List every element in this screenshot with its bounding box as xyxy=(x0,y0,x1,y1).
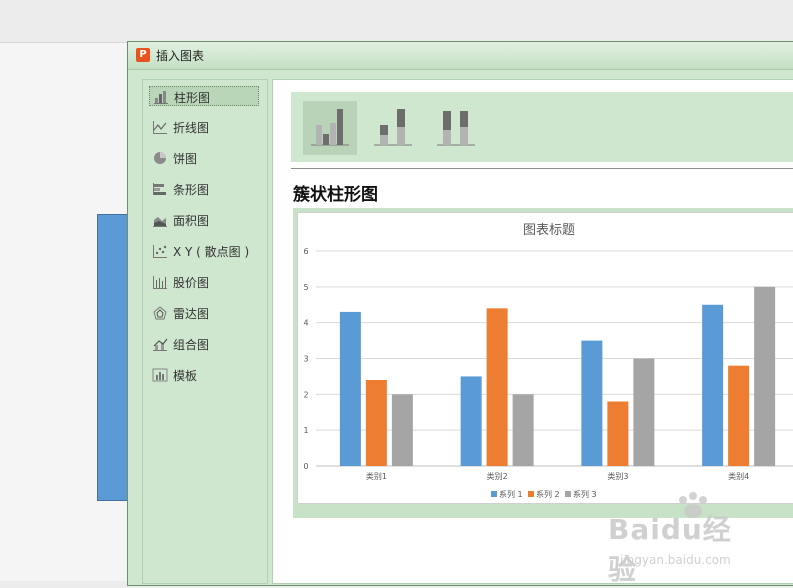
legend-swatch xyxy=(491,491,497,497)
line-chart-icon xyxy=(153,121,167,134)
pie-chart-icon xyxy=(154,152,166,164)
chart-type-label: 雷达图 xyxy=(173,307,210,321)
chart-type-line[interactable]: 折线图 xyxy=(149,117,259,137)
subtype-stacked-column[interactable] xyxy=(366,101,420,155)
chart-type-label: 折线图 xyxy=(173,121,210,135)
chart-type-label: X Y ( 散点图 ) xyxy=(173,245,250,259)
chart-svg: 图表标题 0 1 2 3 4 5 6 类别1 类别2 类别3 类别4 系列 1 系列 2 系列 3 xyxy=(303,223,793,499)
y-tick-label: 3 xyxy=(303,355,308,364)
y-tick-label: 0 xyxy=(303,462,308,471)
chart-type-area[interactable]: 面积图 xyxy=(149,210,259,230)
y-tick-label: 5 xyxy=(303,283,308,292)
chart-legend: 系列 1 系列 2 系列 3 xyxy=(491,489,597,499)
bar-系列1-类别1 xyxy=(339,311,361,466)
x-tick-label: 类别3 xyxy=(607,471,628,481)
chart-type-list: 柱形图 折线图 饼图 条形图 面积图 X Y (散点图) 股价图 雷达图 组… xyxy=(142,79,268,584)
bar-系列2-类别1 xyxy=(365,380,387,466)
chart-type-label: 股价图 xyxy=(173,276,210,290)
y-tick-label: 1 xyxy=(303,426,308,435)
chart-type-pie[interactable]: 饼图 xyxy=(149,148,259,168)
chart-preview-frame: 图表标题 0 1 2 3 4 5 6 类别1 类别2 类别3 类别4 系列 1 系列 2 系列 3 xyxy=(293,208,793,518)
chart-type-column[interactable]: 柱形图 xyxy=(149,86,259,106)
chart-type-label: 柱形图 xyxy=(174,91,211,105)
subtype-percent-stacked-column[interactable] xyxy=(429,101,483,155)
chart-type-stock[interactable]: 股价图 xyxy=(149,272,259,292)
stock-chart-icon xyxy=(153,276,167,289)
chart-preview[interactable]: 图表标题 0 1 2 3 4 5 6 类别1 类别2 类别3 类别4 系列 1 系列 2 系列 3 xyxy=(297,212,793,504)
dialog-titlebar[interactable]: P 插入图表 xyxy=(128,42,793,70)
y-tick-label: 4 xyxy=(303,319,308,328)
x-tick-label: 类别2 xyxy=(487,471,508,481)
bar-系列2-类别3 xyxy=(607,401,629,466)
legend-swatch xyxy=(565,491,571,497)
chart-type-scatter[interactable]: X Y ( 散点图 ) xyxy=(149,241,259,261)
subtype-separator xyxy=(291,168,793,169)
dialog-title: 插入图表 xyxy=(156,49,205,63)
bar-系列3-类别1 xyxy=(391,394,413,466)
watermark-url: jingyan.baidu.com xyxy=(620,553,731,567)
chart-subtype-bar xyxy=(291,92,793,162)
y-tick-label: 6 xyxy=(303,247,308,256)
chart-type-label: 饼图 xyxy=(173,152,198,166)
bar-系列2-类别2 xyxy=(486,308,508,466)
chart-type-template[interactable]: 模板 xyxy=(149,365,259,385)
scatter-chart-icon xyxy=(153,245,167,258)
chart-type-label: 面积图 xyxy=(173,214,210,228)
chart-type-combo[interactable]: 组合图 xyxy=(149,334,259,354)
legend-swatch xyxy=(528,491,534,497)
bar-系列1-类别3 xyxy=(581,340,603,466)
x-tick-label: 类别1 xyxy=(366,471,387,481)
legend-label: 系列 2 xyxy=(536,489,560,499)
clustered-column-icon xyxy=(311,109,349,146)
bar-系列1-类别4 xyxy=(702,304,724,466)
chart-type-label: 模板 xyxy=(173,369,198,383)
bar-系列2-类别4 xyxy=(728,365,750,466)
bar-chart-icon xyxy=(153,183,166,195)
area-chart-icon xyxy=(153,217,167,227)
radar-chart-icon xyxy=(153,306,167,320)
percent-stacked-column-icon xyxy=(437,111,475,146)
chart-title: 图表标题 xyxy=(523,223,575,238)
chart-type-label: 组合图 xyxy=(173,338,210,352)
subtype-clustered-column[interactable] xyxy=(303,101,357,155)
column-chart-icon xyxy=(154,91,168,104)
baidu-jingyan-watermark: Baidu经验 jingyan.baidu.com xyxy=(600,490,760,586)
y-tick-label: 2 xyxy=(303,390,308,399)
bar-系列1-类别2 xyxy=(460,376,482,466)
bar-系列3-类别4 xyxy=(754,286,776,466)
chart-type-radar[interactable]: 雷达图 xyxy=(149,303,259,323)
x-tick-label: 类别4 xyxy=(728,471,749,481)
chart-type-bar[interactable]: 条形图 xyxy=(149,179,259,199)
bar-系列3-类别2 xyxy=(512,394,534,466)
chart-bars xyxy=(339,286,776,466)
combo-chart-icon xyxy=(153,338,168,351)
desktop-top-strip xyxy=(0,0,793,42)
legend-label: 系列 1 xyxy=(499,489,523,499)
bar-系列3-类别3 xyxy=(633,358,655,466)
stacked-column-icon xyxy=(374,109,412,146)
chart-type-label: 条形图 xyxy=(173,183,210,197)
watermark-brand: Baidu经验 xyxy=(608,513,732,586)
chart-x-ticks: 类别1 类别2 类别3 类别4 xyxy=(366,471,749,481)
legend-label: 系列 3 xyxy=(573,489,597,499)
app-logo-icon: P xyxy=(136,48,150,62)
template-icon xyxy=(152,368,168,382)
selected-subtype-title: 簇状柱形图 xyxy=(293,185,378,205)
